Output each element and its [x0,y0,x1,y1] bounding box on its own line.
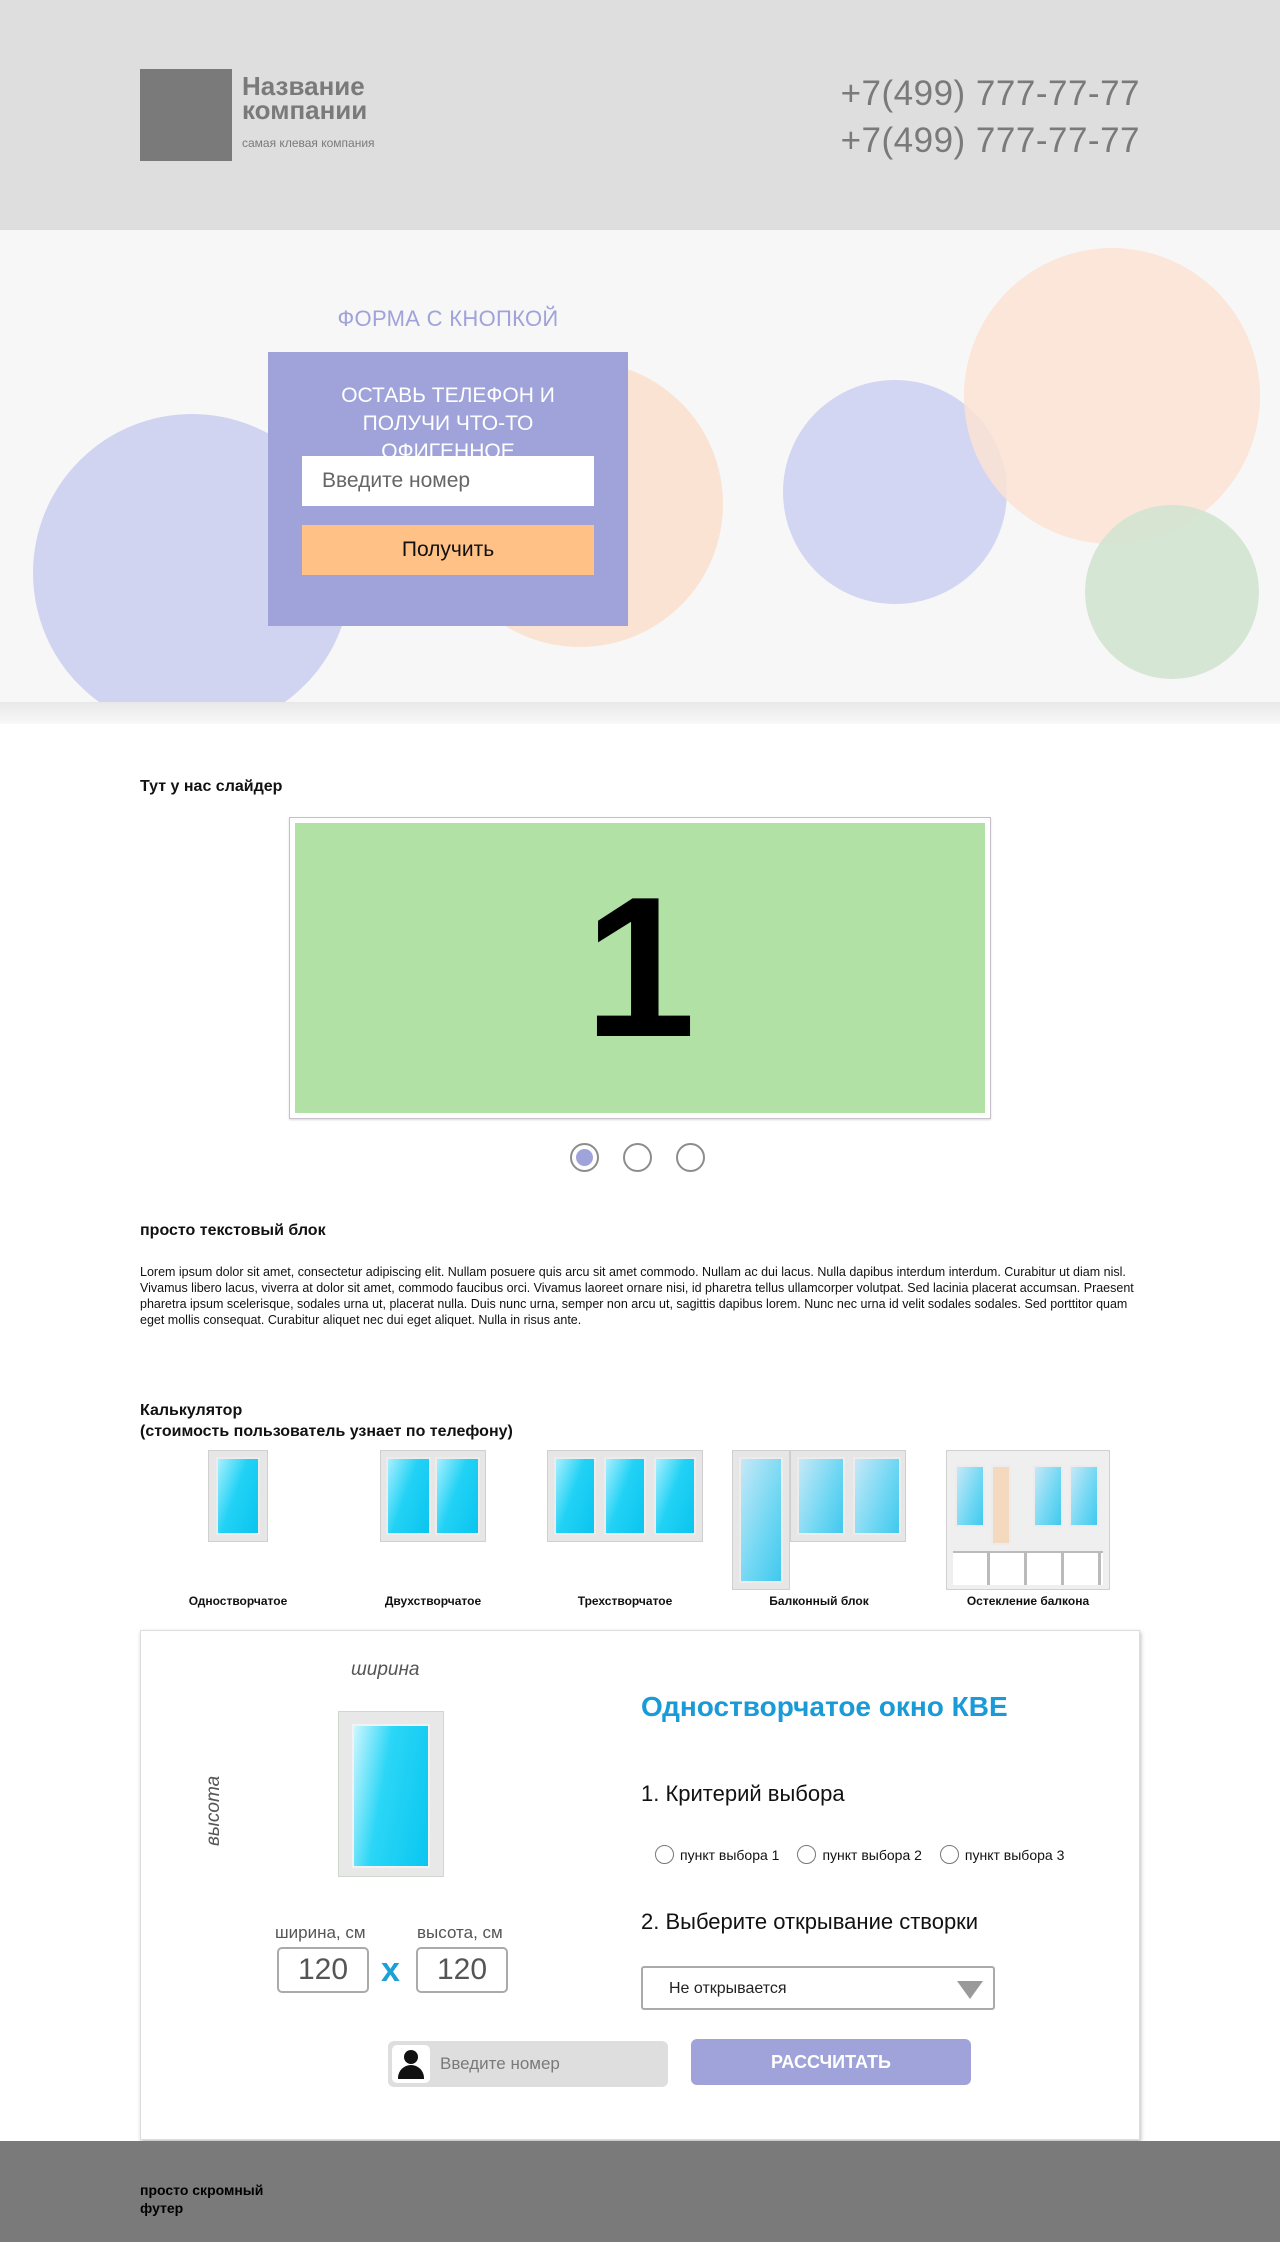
height-caption: высота [203,1775,224,1846]
option-label: пункт выбора 2 [822,1846,922,1863]
slider-dot-1[interactable] [570,1143,599,1172]
window-type-single[interactable]: Одностворчатое [189,1450,287,1608]
hero-divider [0,702,1280,724]
window-type-balcony-glazing[interactable]: Остекление балкона [946,1450,1110,1608]
double-window-icon [380,1450,486,1542]
slider-dots [570,1143,705,1172]
decor-circle [1085,505,1259,679]
phone-list: +7(499) 777-77-77 +7(499) 777-77-77 [841,70,1140,164]
window-type-double[interactable]: Двухстворчатое [380,1450,486,1608]
slide: 1 [295,823,985,1113]
company-name[interactable]: Название компании [242,73,402,123]
phone-number-1[interactable]: +7(499) 777-77-77 [841,70,1140,117]
window-pane [654,1457,696,1535]
get-button[interactable]: Получить [302,525,594,575]
width-caption: ширина [351,1659,420,1680]
slider-dot-2[interactable] [623,1143,652,1172]
window-pane [352,1724,430,1868]
opening-title: 2. Выберите открывание створки [641,1909,979,1934]
radio-button[interactable] [797,1845,817,1864]
calculator-heading: Одностворчатое окно КВЕ [641,1691,1008,1722]
window-pane [386,1457,431,1535]
balcony-window-icon [790,1450,906,1542]
slider-title: Тут у нас слайдер [140,778,283,795]
dropdown-arrow-icon [957,1981,983,1999]
window-pane [853,1457,901,1535]
hero-section: ФОРМА С КНОПКОЙ ОСТАВЬ ТЕЛЕФОН И ПОЛУЧИ … [0,230,1280,702]
slider-dot-3[interactable] [676,1143,705,1172]
option-2[interactable]: пункт выбора 2 [797,1845,922,1864]
site-footer: просто скромный футер [0,2141,1280,2242]
single-window-icon [208,1450,268,1542]
opening-selected-value: Не открывается [669,1980,787,1997]
phone-input[interactable] [302,456,594,506]
opening-select[interactable]: Не открывается [641,1966,995,2010]
height-label: высота, см [417,1923,503,1942]
user-icon-body [398,2065,424,2079]
criterion-options: пункт выбора 1 пункт выбора 2 пункт выбо… [655,1845,1064,1864]
calculate-button[interactable]: РАССЧИТАТЬ [691,2039,971,2085]
window-type-balcony-block[interactable]: Балконный блок [732,1450,906,1608]
radio-button[interactable] [939,1845,959,1864]
window-pane [604,1457,646,1535]
text-block-body: Lorem ipsum dolor sit amet, consectetur … [140,1265,1134,1327]
user-icon [392,2045,430,2083]
user-icon-head [404,2050,418,2064]
footer-text: просто скромный футер [140,2182,264,2216]
window-pane [797,1457,845,1535]
decor-circle [964,248,1260,544]
option-label: пункт выбора 1 [680,1846,780,1863]
window-preview [338,1711,444,1877]
width-input[interactable] [277,1947,369,1993]
window-type-label: Двухстворчатое [384,1594,482,1608]
window-pane [435,1457,480,1535]
window-type-label: Остекление балкона [966,1594,1090,1608]
width-label: ширина, см [275,1923,366,1942]
height-input[interactable] [416,1947,508,1993]
window-pane [216,1457,260,1535]
calc-phone-input[interactable] [440,2041,660,2087]
criterion-title: 1. Критерий выбора [641,1781,845,1806]
window-type-label: Одностворчатое [188,1594,288,1608]
slide-number: 1 [584,856,696,1079]
calculator-title-line2: (стоимость пользователь узнает по телефо… [140,1423,513,1440]
calculator-title-line1: Калькулятор [140,1402,243,1419]
option-label: пункт выбора 3 [964,1846,1065,1863]
calculator-panel: ширина высота ширина, см высота, см x Од… [140,1630,1140,2140]
window-type-triple[interactable]: Трехстворчатое [547,1450,703,1608]
form-title: ОСТАВЬ ТЕЛЕФОН И ПОЛУЧИ ЧТО-ТО ОФИГЕННОЕ [341,384,555,463]
logo-image[interactable] [140,69,232,161]
window-pane [1033,1465,1063,1527]
main-content: Тут у нас слайдер 1 просто текстовый бло… [0,724,1280,2141]
text-block-title: просто текстовый блок [140,1222,326,1239]
company-tagline: самая клевая компания [242,136,375,150]
phone-number-2[interactable]: +7(499) 777-77-77 [841,117,1140,164]
window-pane [554,1457,596,1535]
balcony-glazing-icon [946,1450,1110,1590]
triple-window-icon [547,1450,703,1542]
calculator-title: Калькулятор (стоимость пользователь узна… [140,1400,513,1442]
slider[interactable]: 1 [289,817,991,1119]
site-header: Название компании самая клевая компания … [0,0,1280,230]
callback-form: ОСТАВЬ ТЕЛЕФОН И ПОЛУЧИ ЧТО-ТО ОФИГЕННОЕ… [268,352,628,626]
window-pane [955,1465,985,1527]
calc-phone-field [388,2041,668,2087]
balcony-railing [953,1551,1103,1585]
option-3[interactable]: пункт выбора 3 [939,1845,1065,1864]
balcony-door-icon [732,1450,790,1590]
radio-button[interactable] [655,1845,674,1864]
multiply-sign: x [381,1951,400,1989]
window-pane [1069,1465,1099,1527]
form-heading: ФОРМА С КНОПКОЙ [337,306,559,331]
option-1[interactable]: пункт выбора 1 [655,1845,779,1864]
balcony-door-panel [991,1465,1011,1545]
window-pane [739,1457,783,1583]
